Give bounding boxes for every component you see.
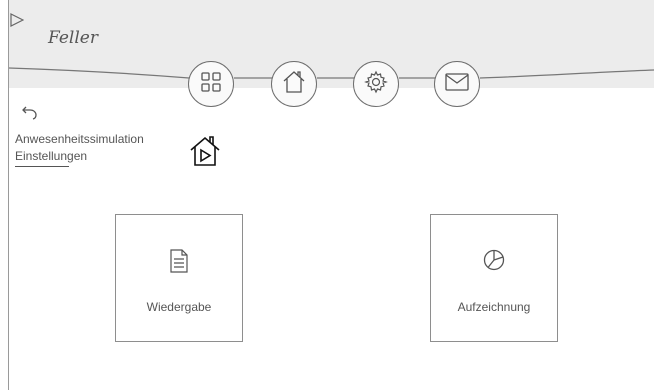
home-icon [281, 69, 307, 100]
recording-label: Aufzeichnung [457, 300, 531, 314]
nav-messages-button[interactable] [434, 61, 480, 107]
grid-icon [201, 71, 221, 97]
nav-apps-button[interactable] [188, 61, 234, 107]
mail-icon [445, 72, 469, 96]
document-icon [170, 249, 188, 278]
nav-connector-line [9, 67, 654, 79]
recording-tile[interactable]: Aufzeichnung [430, 214, 558, 342]
play-triangle-icon[interactable] [10, 13, 25, 32]
playback-tile[interactable]: Wiedergabe [115, 214, 243, 342]
nav-settings-button[interactable] [353, 61, 399, 107]
gear-icon [364, 70, 388, 99]
playback-label: Wiedergabe [146, 300, 212, 314]
pie-chart-icon [483, 249, 505, 276]
page-title-line1: Anwesenheitssimulation [15, 132, 144, 146]
home-play-icon [188, 134, 222, 173]
page-title-line2: Einstellungen [15, 149, 88, 163]
back-arrow-icon[interactable] [22, 106, 38, 125]
nav-home-button[interactable] [271, 61, 317, 107]
title-underline [15, 166, 69, 167]
